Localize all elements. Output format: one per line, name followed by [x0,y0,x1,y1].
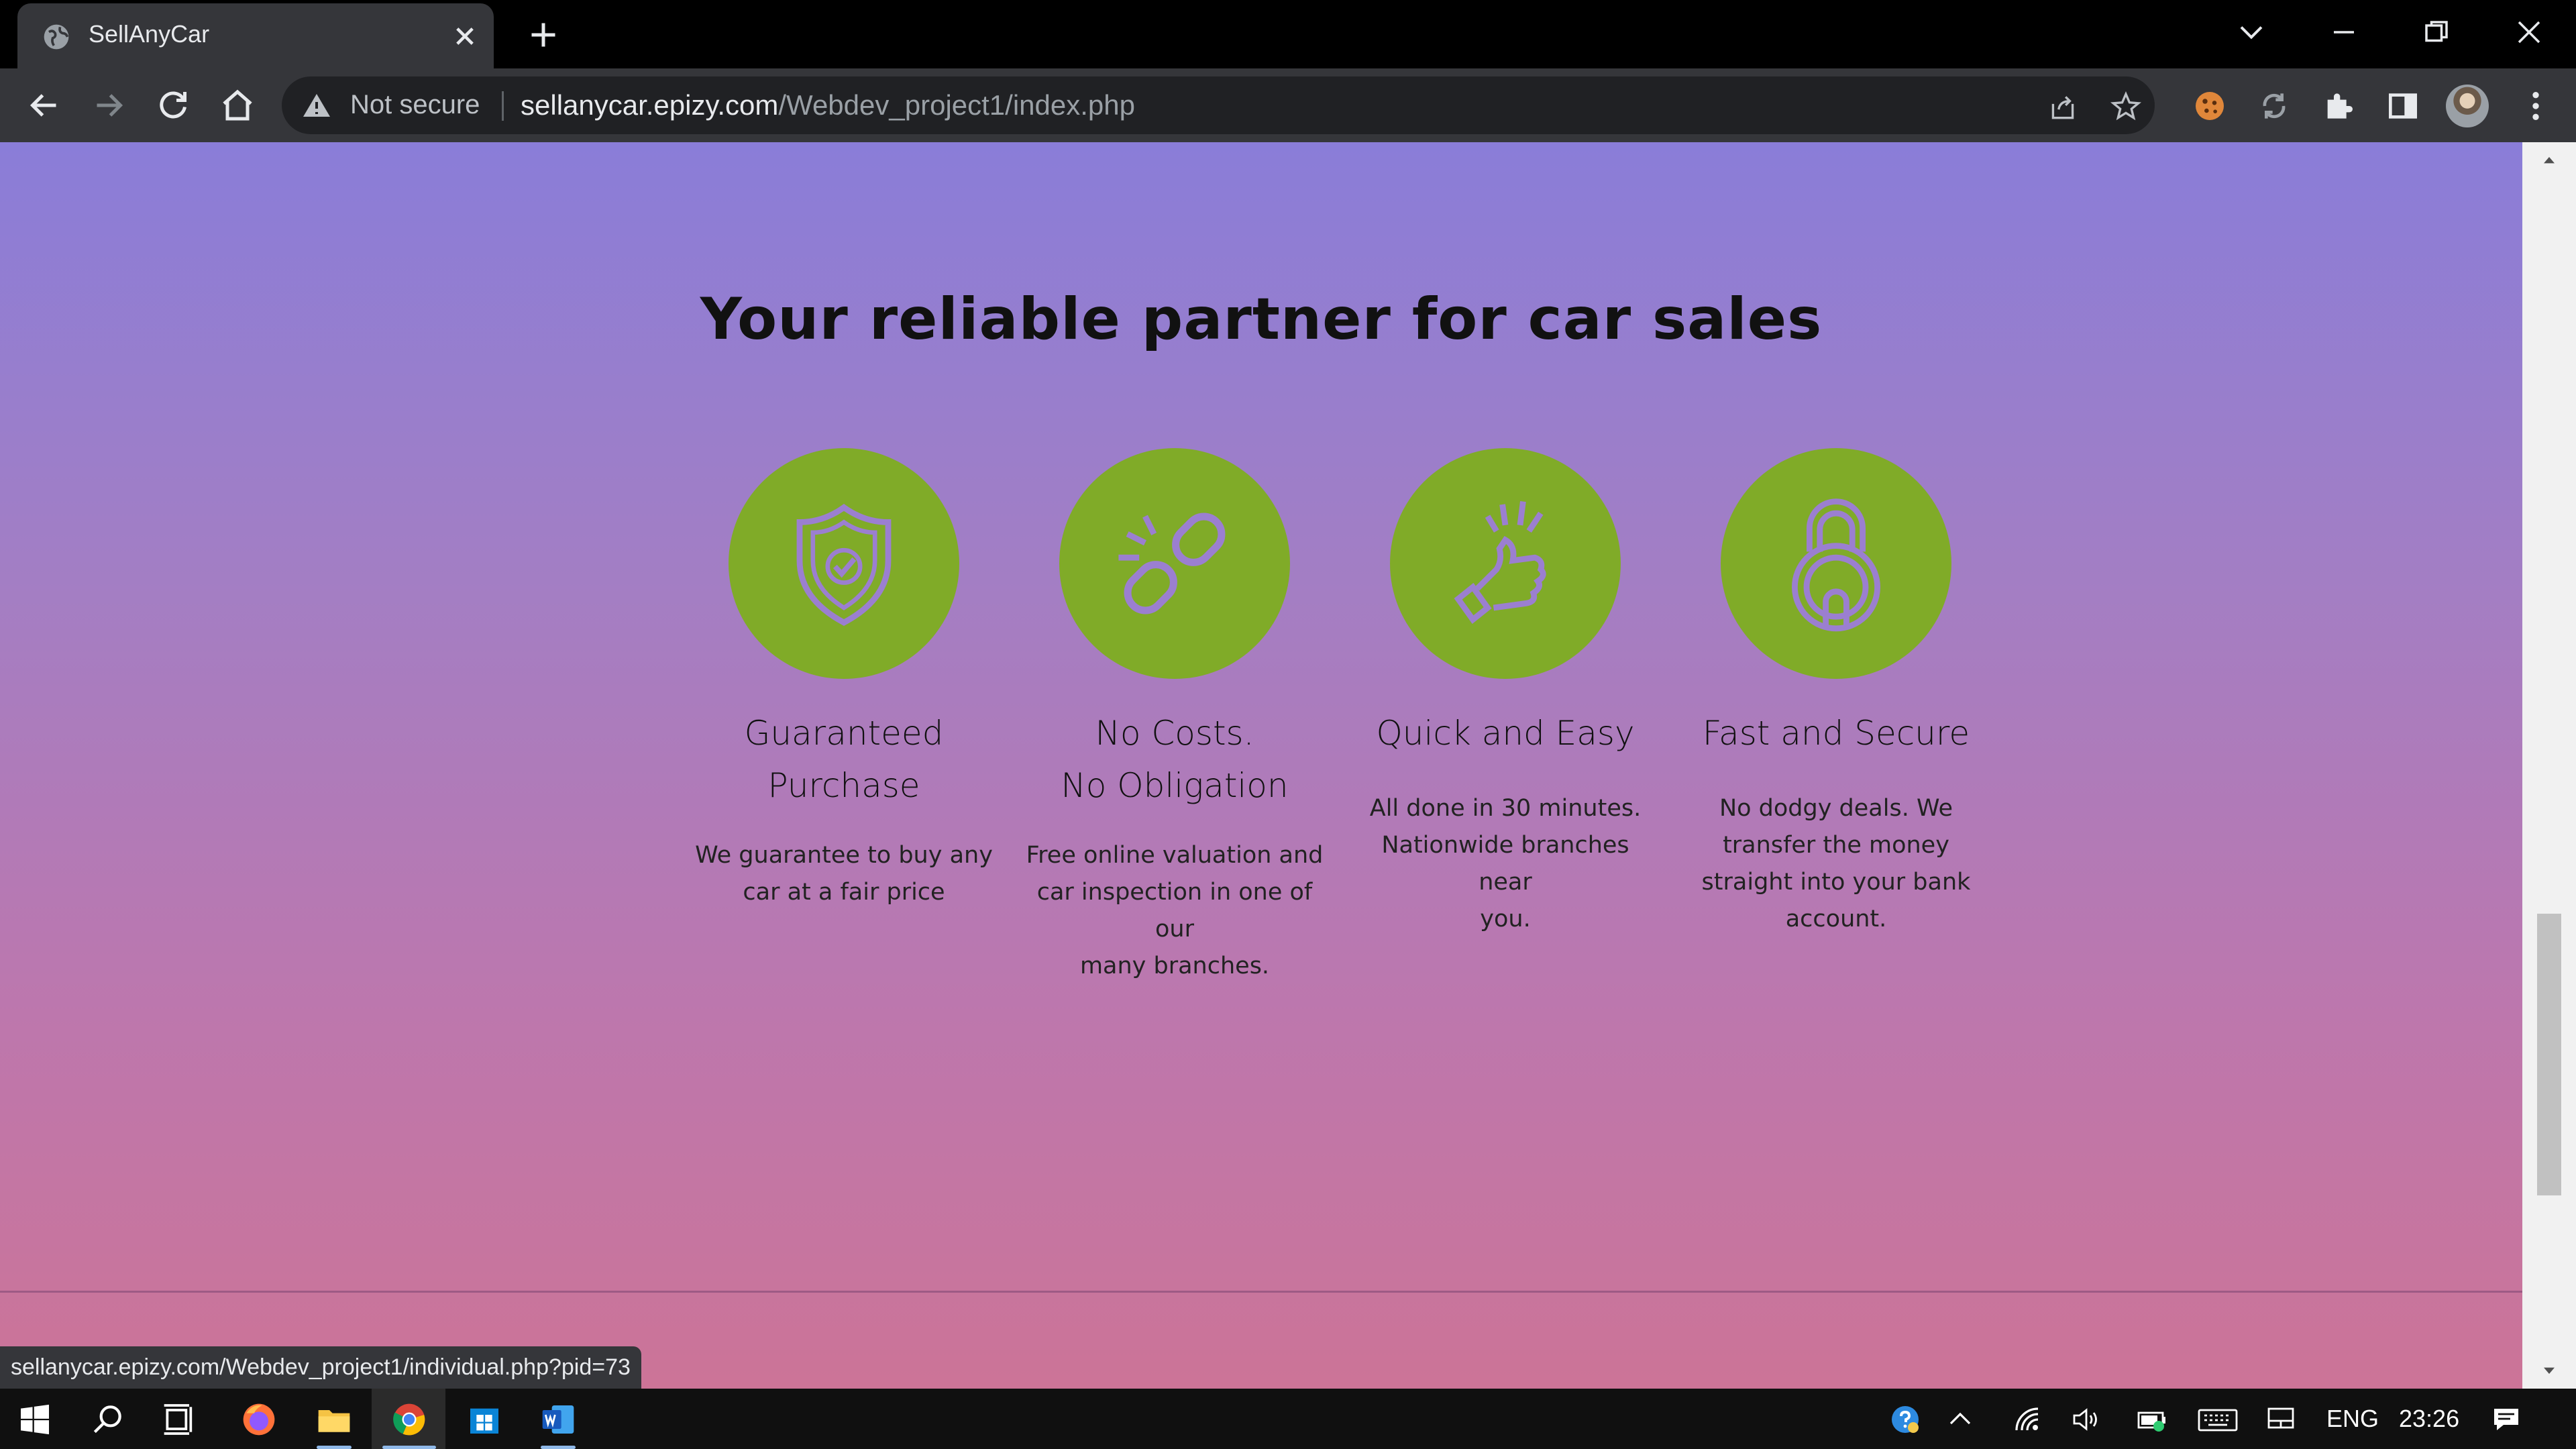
kebab-menu-icon[interactable] [2517,87,2555,125]
feature-desc-line: All done in 30 minutes. [1369,795,1642,822]
feature-title: Guaranteed Purchase [683,707,1005,812]
feature-desc-line: transfer the money [1723,832,1949,859]
windows-taskbar: ENG 23:26 [0,1389,2576,1449]
feature-description: No dodgy deals. We transfer the money st… [1675,790,1997,938]
warning-icon[interactable] [301,90,333,122]
new-tab-icon[interactable] [523,15,564,55]
cookie-extension-icon[interactable] [2191,87,2229,125]
url-host: sellanycar.epizy.com [521,89,779,121]
battery-icon[interactable] [2136,1403,2168,1436]
task-view-icon[interactable] [161,1401,199,1438]
display-icon[interactable] [2265,1403,2297,1436]
tab-title: SellAnyCar [89,20,210,48]
help-icon[interactable] [1889,1403,1921,1436]
chevron-up-icon[interactable] [1944,1403,1976,1436]
feature-title-line: No Costs. [1095,714,1254,753]
security-label[interactable]: Not secure [350,90,480,120]
feature-title-line: No Obligation [1061,766,1289,805]
feature-desc-line: many branches. [1079,953,1270,979]
close-window-icon[interactable] [2509,12,2549,52]
profile-avatar[interactable] [2446,85,2489,127]
notification-icon[interactable] [2490,1403,2522,1436]
feature-icon-circle [1059,448,1290,679]
feature-desc-line: car at a fair price [743,879,945,906]
chrome-icon[interactable] [390,1401,428,1438]
feature-title-line: Quick and Easy [1376,714,1635,753]
clock-time[interactable]: 23:26 [2399,1405,2459,1433]
extensions-puzzle-icon[interactable] [2320,87,2357,125]
share-icon[interactable] [2046,90,2080,123]
shield-check-icon [796,503,892,626]
feature-title: No Costs. No Obligation [1014,707,1336,812]
scroll-down-arrow-icon[interactable] [2538,1360,2560,1382]
feature-desc-line: We guarantee to buy any [695,842,993,869]
word-icon[interactable] [539,1401,577,1438]
address-bar[interactable]: Not secure sellanycar.epizy.com/Webdev_p… [282,76,2155,134]
feature-title: Quick and Easy [1344,707,1666,759]
back-arrow-icon[interactable] [24,85,64,125]
forward-arrow-icon[interactable] [89,85,129,125]
feature-desc-line: Free online valuation and [1026,842,1324,869]
link-status-bubble: sellanycar.epizy.com/Webdev_project1/ind… [0,1346,641,1389]
feature-description: All done in 30 minutes. Nationwide branc… [1344,790,1666,938]
page-headline: Your reliable partner for car sales [700,286,1823,353]
side-panel-icon[interactable] [2384,87,2422,125]
search-icon[interactable] [89,1401,126,1438]
input-language[interactable]: ENG [2326,1405,2379,1433]
close-icon[interactable] [447,18,483,54]
feature-desc-line: No dodgy deals. We [1719,795,1953,822]
tab-strip: SellAnyCar [0,0,2576,68]
feature-title-line: Fast and Secure [1702,714,1970,753]
feature-description: We guarantee to buy any car at a fair pr… [683,837,1005,911]
url-text[interactable]: sellanycar.epizy.com/Webdev_project1/ind… [521,89,1135,121]
sync-extension-icon[interactable] [2255,87,2293,125]
broken-link-icon [1118,513,1226,614]
feature-fast-and-secure: Fast and Secure No dodgy deals. We trans… [1675,448,1997,938]
feature-description: Free online valuation and car inspection… [1014,837,1336,985]
scrollbar-thumb[interactable] [2537,914,2561,1195]
page-viewport: Your reliable partner for car sales Guar… [0,142,2522,1389]
word-running-indicator [541,1446,576,1449]
minimize-icon[interactable] [2324,12,2364,52]
feature-desc-line: car inspection in one of our [1036,879,1313,943]
file-explorer-icon[interactable] [315,1401,353,1438]
browser-toolbar: Not secure sellanycar.epizy.com/Webdev_p… [0,68,2576,142]
microsoft-store-icon[interactable] [466,1401,503,1438]
bookmark-star-icon[interactable] [2109,90,2143,123]
thumbs-up-icon [1454,501,1546,624]
feature-title-line: Purchase [767,766,920,805]
globe-icon [44,24,69,50]
home-icon[interactable] [217,85,258,125]
windows-start-icon[interactable] [16,1401,54,1438]
reload-icon[interactable] [153,85,193,125]
firefox-icon[interactable] [240,1401,278,1438]
volume-icon[interactable] [2070,1403,2102,1436]
padlock-icon [1792,498,1880,632]
section-divider [0,1291,2522,1293]
feature-desc-line: Nationwide branches near [1381,832,1629,896]
feature-title: Fast and Secure [1675,707,1997,759]
page-scrollbar[interactable] [2522,142,2576,1389]
omnibox-divider [502,91,504,121]
feature-desc-line: you. [1480,906,1531,932]
feature-desc-line: account. [1785,906,1887,932]
feature-title-line: Guaranteed [744,714,944,753]
feature-quick-and-easy: Quick and Easy All done in 30 minutes. N… [1344,448,1666,938]
feature-desc-line: straight into your bank [1701,869,1971,896]
feature-icon-circle [1390,448,1621,679]
explorer-running-indicator [317,1446,352,1449]
feature-icon-circle [729,448,959,679]
wifi-icon[interactable] [2011,1403,2043,1436]
feature-guaranteed-purchase: Guaranteed Purchase We guarantee to buy … [683,448,1005,911]
chrome-running-indicator [382,1446,436,1449]
tab-search-chevron-icon[interactable] [2231,12,2271,52]
scroll-up-arrow-icon[interactable] [2538,149,2560,170]
restore-icon[interactable] [2416,12,2457,52]
browser-tab[interactable]: SellAnyCar [17,3,494,68]
feature-icon-circle [1721,448,1951,679]
feature-no-costs: No Costs. No Obligation Free online valu… [1014,448,1336,985]
touch-keyboard-icon[interactable] [2196,1403,2239,1436]
url-path: /Webdev_project1/index.php [778,89,1135,121]
